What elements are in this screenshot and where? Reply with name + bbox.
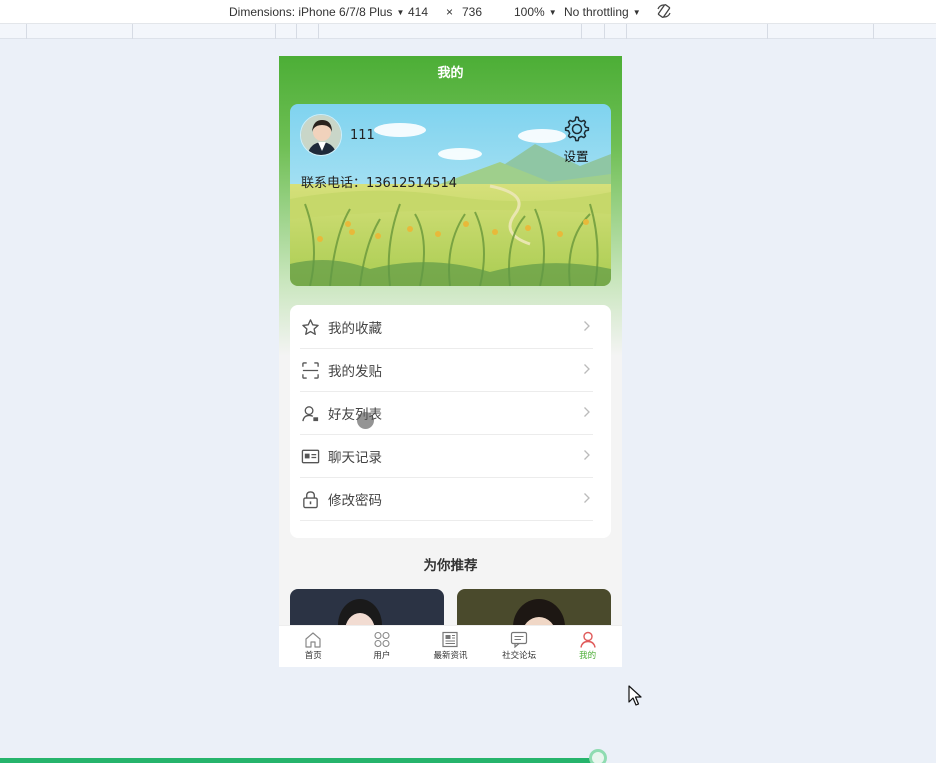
chevron-down-icon: ▼ <box>632 7 641 17</box>
grid-icon <box>374 631 390 648</box>
menu-item-label: 我的收藏 <box>328 321 382 337</box>
tab-mine[interactable]: 我的 <box>553 626 622 667</box>
phone-label: 联系电话： <box>301 176 367 191</box>
progress-handle[interactable] <box>589 749 607 763</box>
tab-label: 我的 <box>579 651 597 661</box>
avatar-photo <box>301 115 341 155</box>
times-sign: × <box>446 5 453 19</box>
scan-icon <box>300 360 320 380</box>
bottom-tabbar: 首页 用户 最新资讯 社交论坛 我的 <box>279 625 622 667</box>
width-value: 414 <box>408 5 429 19</box>
tab-label: 首页 <box>304 651 322 661</box>
chevron-right-icon <box>584 493 590 503</box>
device-dimensions-select[interactable]: Dimensions: iPhone 6/7/8 Plus ▼ <box>229 5 404 19</box>
menu-item-my-posts[interactable]: 我的发贴 <box>300 349 593 392</box>
times-label: × <box>446 5 454 19</box>
phone-line: 联系电话：13612514514 <box>301 172 457 191</box>
rotate-icon <box>657 4 671 18</box>
id-card-icon <box>300 446 320 466</box>
tab-home[interactable]: 首页 <box>279 626 348 667</box>
menu-item-friends[interactable]: 好友列表 <box>300 392 593 435</box>
user-friends-icon <box>300 403 320 423</box>
chevron-right-icon <box>584 407 590 417</box>
menu-item-label: 聊天记录 <box>328 450 382 466</box>
star-icon <box>300 317 320 337</box>
tab-label: 用户 <box>373 651 391 661</box>
tab-forum[interactable]: 社交论坛 <box>485 626 554 667</box>
throttling-value: No throttling <box>564 5 629 19</box>
throttling-select[interactable]: No throttling ▼ <box>564 5 641 19</box>
phone-number: 13612514514 <box>366 176 457 191</box>
chat-icon <box>510 631 528 648</box>
menu-item-label: 修改密码 <box>328 493 382 509</box>
profile-card: 111 联系电话：13612514514 设置 <box>290 104 611 286</box>
mouse-cursor-icon <box>628 685 642 706</box>
menu-item-favorites[interactable]: 我的收藏 <box>300 306 593 349</box>
home-icon <box>305 632 321 648</box>
username: 111 <box>350 128 375 143</box>
menu-card: 我的收藏 我的发贴 好友列表 聊天记录 修改密码 <box>290 305 611 538</box>
news-icon <box>442 631 459 648</box>
zoom-select[interactable]: 100% ▼ <box>514 5 557 19</box>
rotate-button[interactable] <box>656 3 672 19</box>
tab-news[interactable]: 最新资讯 <box>416 626 485 667</box>
recommend-title: 为你推荐 <box>423 558 478 574</box>
settings-label: 设置 <box>563 149 589 164</box>
chevron-down-icon: ▼ <box>396 7 405 17</box>
tab-label: 最新资讯 <box>433 651 468 661</box>
chevron-down-icon: ▼ <box>548 7 557 17</box>
height-value: 736 <box>462 5 483 19</box>
dimensions-label: Dimensions: iPhone 6/7/8 Plus <box>229 5 393 19</box>
height-field[interactable]: 736 <box>462 5 482 19</box>
devtools-toolbar: Dimensions: iPhone 6/7/8 Plus ▼ 414 × 73… <box>0 0 936 24</box>
avatar[interactable] <box>300 114 342 156</box>
width-field[interactable]: 414 <box>408 5 428 19</box>
page-title: 我的 <box>437 66 464 81</box>
tab-label: 社交论坛 <box>502 651 537 661</box>
zoom-value: 100% <box>514 5 545 19</box>
menu-item-change-password[interactable]: 修改密码 <box>300 478 593 521</box>
media-query-ruler <box>0 24 936 39</box>
person-icon <box>579 631 596 648</box>
lock-icon <box>300 489 320 509</box>
tab-users[interactable]: 用户 <box>348 626 417 667</box>
menu-item-label: 我的发贴 <box>328 364 382 380</box>
settings-button[interactable]: 设置 <box>559 114 593 165</box>
progress-bar <box>0 758 598 763</box>
gear-icon <box>564 116 590 142</box>
chevron-right-icon <box>584 364 590 374</box>
chevron-right-icon <box>584 450 590 460</box>
chevron-right-icon <box>584 321 590 331</box>
phone-viewport: 我的 111 联系电话：13612514514 设置 我的收藏 我的发贴 好友列… <box>279 56 622 667</box>
menu-item-chat-history[interactable]: 聊天记录 <box>300 435 593 478</box>
touch-cursor <box>357 412 374 429</box>
